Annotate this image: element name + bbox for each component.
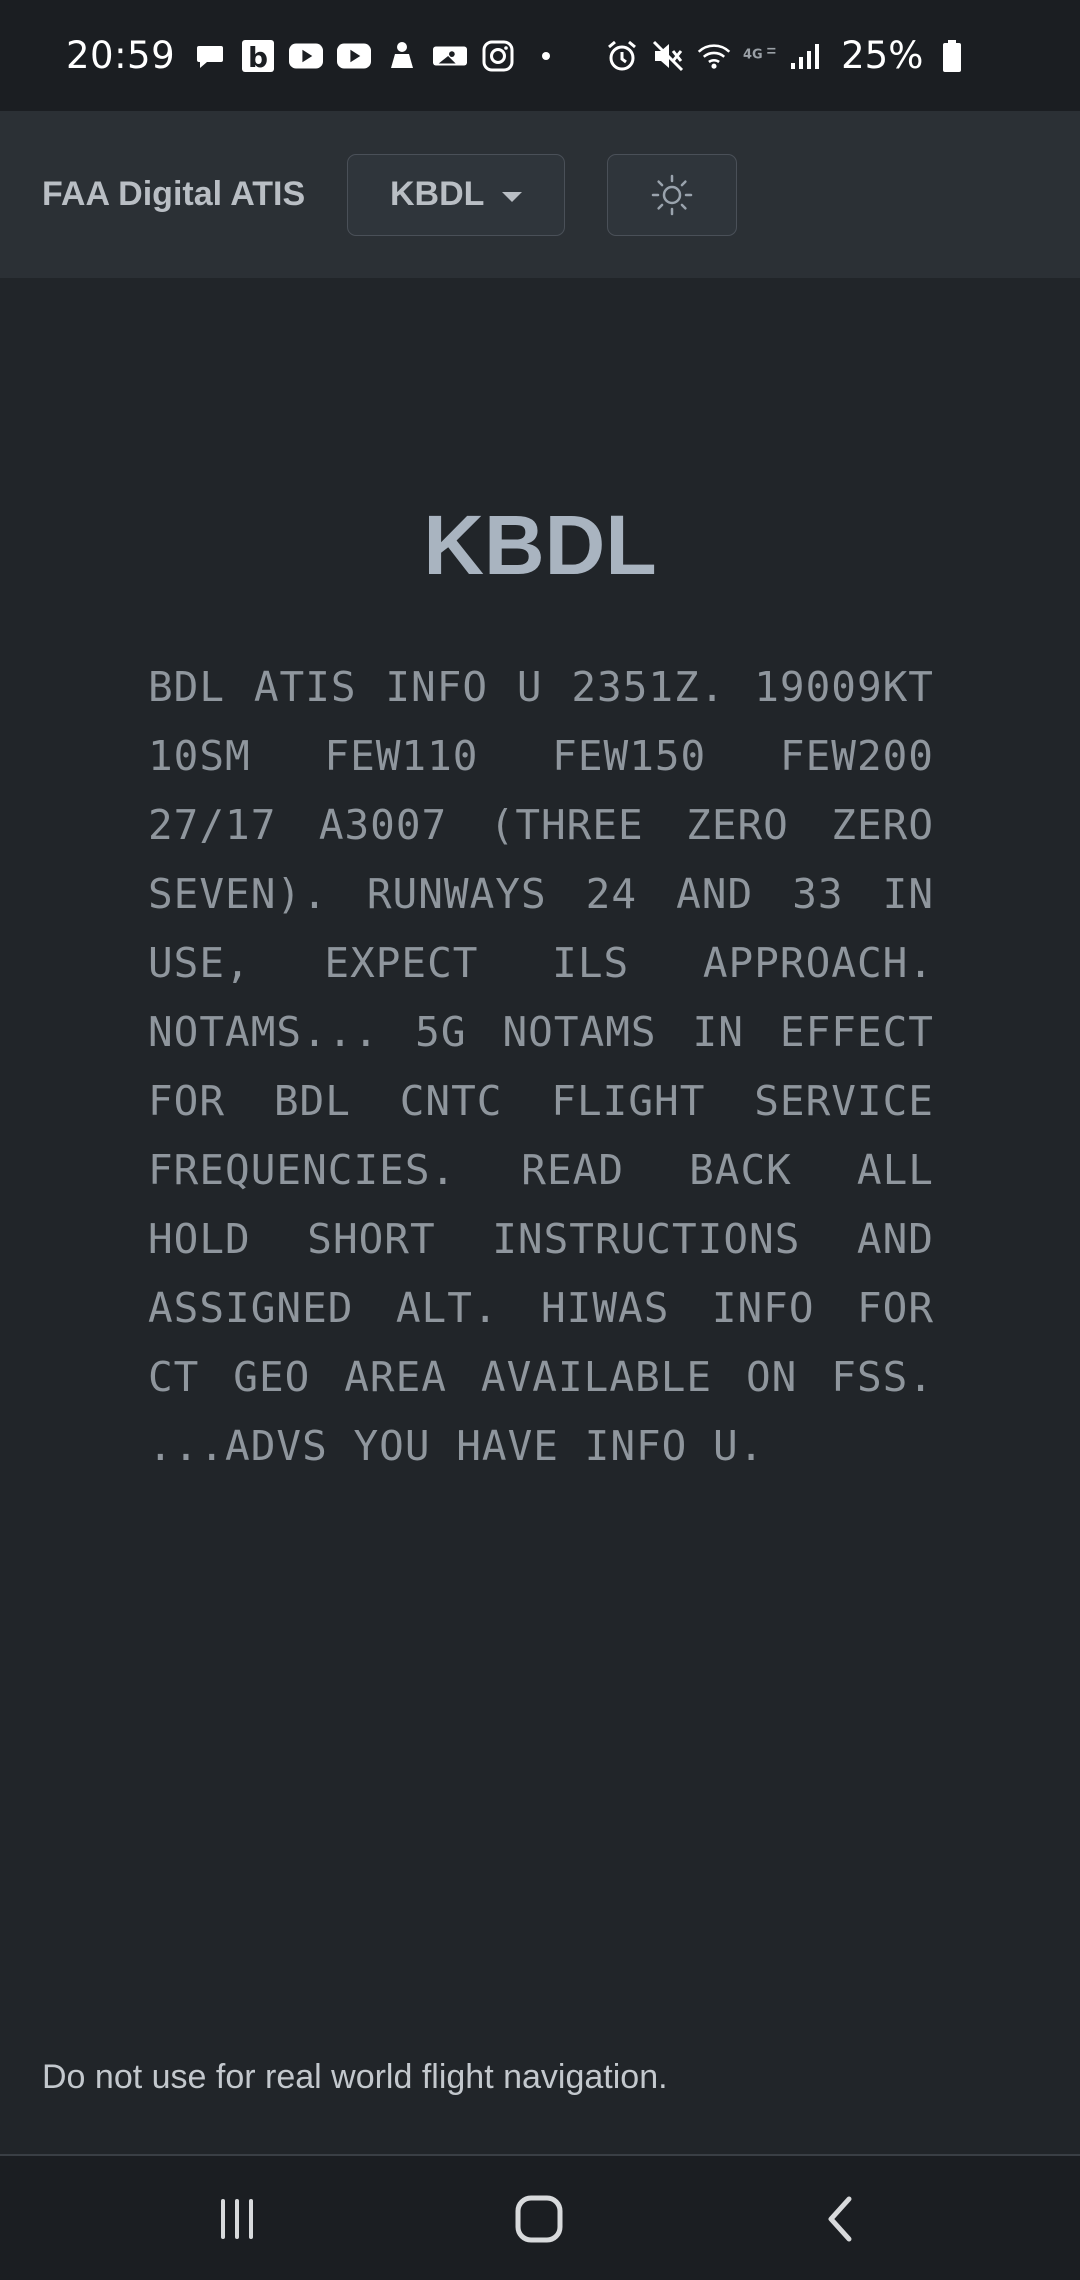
brand-title[interactable]: FAA Digital ATIS: [42, 175, 305, 214]
mute-icon: [651, 39, 685, 73]
atis-text: BDL ATIS INFO U 2351Z. 19009KT 10SM FEW1…: [148, 663, 934, 1470]
app-navbar: FAA Digital ATIS KBDL: [0, 111, 1080, 278]
main-content: KBDL BDL ATIS INFO U 2351Z. 19009KT 10SM…: [0, 278, 1080, 2154]
airport-select[interactable]: KBDL: [347, 153, 566, 236]
youtube-icon: [289, 39, 324, 73]
wifi-icon: [697, 39, 731, 73]
chevron-down-icon: [502, 191, 523, 202]
recent-apps-button[interactable]: [192, 2174, 282, 2264]
status-time: 20:59: [66, 34, 176, 77]
airport-select-value: KBDL: [389, 175, 485, 213]
back-button[interactable]: [796, 2174, 886, 2264]
4g-icon: 4G: [743, 39, 777, 73]
home-icon: [515, 2195, 563, 2243]
dot-icon: [529, 39, 563, 73]
airport-heading: KBDL: [423, 498, 657, 592]
chat-icon: [193, 39, 227, 73]
b-app-icon: b: [241, 39, 275, 73]
status-bar: 20:59 b 4G 25%: [0, 0, 1080, 111]
mlb-icon: [433, 39, 468, 73]
notification-icons: b: [193, 39, 563, 73]
system-navigation-bar: [0, 2156, 1080, 2280]
system-icons: 4G 25%: [605, 34, 969, 77]
theme-toggle-button[interactable]: [607, 153, 738, 236]
disclaimer: Do not use for real world flight navigat…: [42, 2058, 668, 2096]
home-button[interactable]: [494, 2174, 584, 2264]
svg-text:4G: 4G: [743, 47, 763, 62]
svg-text:b: b: [248, 41, 268, 73]
sun-icon: [651, 174, 693, 215]
app-icon: [385, 39, 419, 73]
recent-apps-icon: [221, 2199, 253, 2239]
signal-icon: [789, 39, 823, 73]
instagram-icon: [481, 39, 515, 73]
back-icon: [828, 2196, 852, 2242]
alarm-icon: [605, 39, 639, 73]
battery-icon: [935, 39, 969, 73]
battery-percent: 25%: [841, 34, 924, 77]
youtube-icon: [337, 39, 372, 73]
